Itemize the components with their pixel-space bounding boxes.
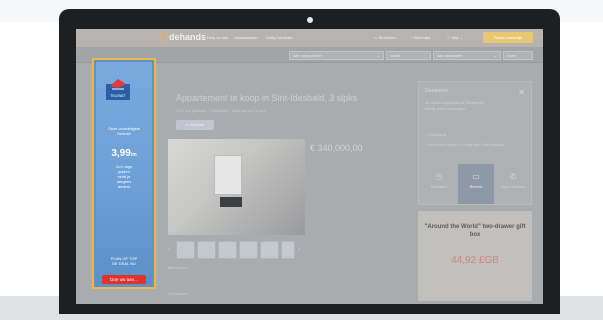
favorites-label: Watchlijst: [413, 35, 431, 40]
category-select[interactable]: Alle categorieën ⌄: [289, 51, 384, 60]
user-menu[interactable]: ⚇ Mijn ⌄: [447, 35, 464, 40]
thumbnail[interactable]: [239, 241, 258, 259]
thumbnail[interactable]: [260, 241, 279, 259]
site-logo[interactable]: dehands: [159, 32, 206, 42]
action-save[interactable]: ◷ Bewaren: [421, 164, 457, 204]
action-phone-label: Toon nummer: [500, 184, 526, 189]
thumbnail[interactable]: [176, 241, 195, 259]
photo-mirror: [214, 155, 242, 195]
distance-value: Alle afstanden: [437, 53, 463, 58]
messages-label: Berichten: [378, 35, 396, 40]
category-value: Alle categorieën: [293, 53, 322, 58]
favorites-link[interactable]: ◔ Watchlijst: [410, 35, 431, 40]
header-link-terms[interactable]: Voorwaarden: [234, 35, 258, 40]
seller-panel: Gemeente ✕ Je ouders ingevuld op Gemeent…: [418, 81, 532, 205]
thumbnail[interactable]: [218, 241, 237, 259]
listing-price: € 340.000,00: [310, 143, 363, 153]
ad-bottom2: DE DEAL NU: [112, 261, 136, 266]
action-save-label: Bewaren: [431, 184, 447, 189]
thumbnail[interactable]: [281, 241, 295, 259]
ad-banner-left[interactable]: TELENET Onze voordeligste formule 3,99/m…: [92, 58, 156, 289]
radio-label-2: Werk een bericht / vraag aan Sint-Idesba…: [428, 142, 505, 147]
thumbnail-strip: ‹ ›: [168, 241, 305, 261]
header-link-safe[interactable]: Veilig handelen: [266, 35, 293, 40]
action-phone[interactable]: ✆ Toon nummer: [495, 164, 531, 204]
logo-icon: [159, 32, 168, 41]
ad2-price: 44,92 £GB: [451, 255, 499, 266]
search-button-label: Zoek: [507, 53, 516, 58]
listing-photo[interactable]: [168, 139, 305, 235]
ad2-text: "Around the World" two-drawer gift box: [424, 224, 526, 238]
panel-sub1: Je ouders ingevuld op Gemeente: [425, 100, 484, 105]
photo-furniture: [220, 197, 242, 207]
user-label: Mijn: [451, 35, 460, 40]
save-label: Bewaar: [190, 122, 205, 127]
panel-sub2[interactable]: Bekijk meer zoekertjes: [425, 106, 465, 111]
postcode-value: Gratis: [390, 53, 401, 58]
logo-text: dehands: [169, 32, 207, 42]
brand-logo-icon: TELENET: [106, 79, 130, 100]
phone-icon: ✆: [509, 172, 517, 181]
action-message[interactable]: ▭ Bericht: [458, 164, 494, 204]
more-icon[interactable]: ⋯: [536, 35, 540, 40]
post-listing-button[interactable]: Plaats zoekertje: [483, 32, 533, 43]
radio-option-2[interactable]: ○ Werk een bericht / vraag aan Sint-Ides…: [425, 142, 504, 147]
webcam: [307, 17, 313, 23]
distance-select[interactable]: Alle afstanden ⌄: [433, 51, 501, 60]
ad-banner-right[interactable]: "Around the World" two-drawer gift box 4…: [418, 211, 532, 301]
laptop-screen: dehands Help en info Voorwaarden Veilig …: [76, 29, 543, 304]
ad-price-value: 3,99: [111, 148, 131, 159]
ad-price: 3,99/m: [111, 148, 137, 159]
laptop-frame: dehands Help en info Voorwaarden Veilig …: [59, 9, 560, 314]
ad-line7: anders: [117, 184, 131, 189]
action-message-label: Bericht: [469, 184, 483, 189]
listing-title: Appartement te koop in Sint-Idesbald, 3 …: [176, 93, 358, 103]
messages-link[interactable]: ▭ Berichten: [374, 35, 396, 40]
search-button[interactable]: Zoek: [503, 51, 533, 60]
radio-option-1[interactable]: ○ Lindegem: [425, 132, 446, 137]
header-link-help[interactable]: Help en info: [207, 35, 228, 40]
ad-cta-button[interactable]: Doe uw aan...: [102, 275, 146, 284]
site-header: dehands Help en info Voorwaarden Veilig …: [76, 29, 543, 47]
ad-line2: formule: [117, 131, 131, 136]
chevron-down-icon: ⌄: [493, 53, 497, 58]
brand-logo-text: TELENET: [110, 94, 127, 98]
thumbnail[interactable]: [197, 241, 216, 259]
message-icon: ▭: [472, 172, 480, 181]
panel-title: Gemeente: [425, 88, 449, 94]
save-button[interactable]: ▭ Bewaar: [176, 120, 214, 130]
listing-meta: Zo 1 uur geleden · 5 bekeken · Gebruikt …: [176, 108, 266, 113]
radio-label-1: Lindegem: [428, 132, 447, 137]
clock-icon: ◷: [435, 172, 443, 181]
more-photos-link[interactable]: Meer foto's: [168, 265, 188, 270]
postcode-input[interactable]: Gratis: [386, 51, 431, 60]
section-label: Kenmerken: [168, 291, 189, 296]
chevron-down-icon: ⌄: [376, 53, 380, 58]
thumb-next-icon[interactable]: ›: [298, 246, 300, 253]
close-icon[interactable]: ✕: [518, 88, 525, 97]
thumb-prev-icon[interactable]: ‹: [168, 246, 170, 253]
